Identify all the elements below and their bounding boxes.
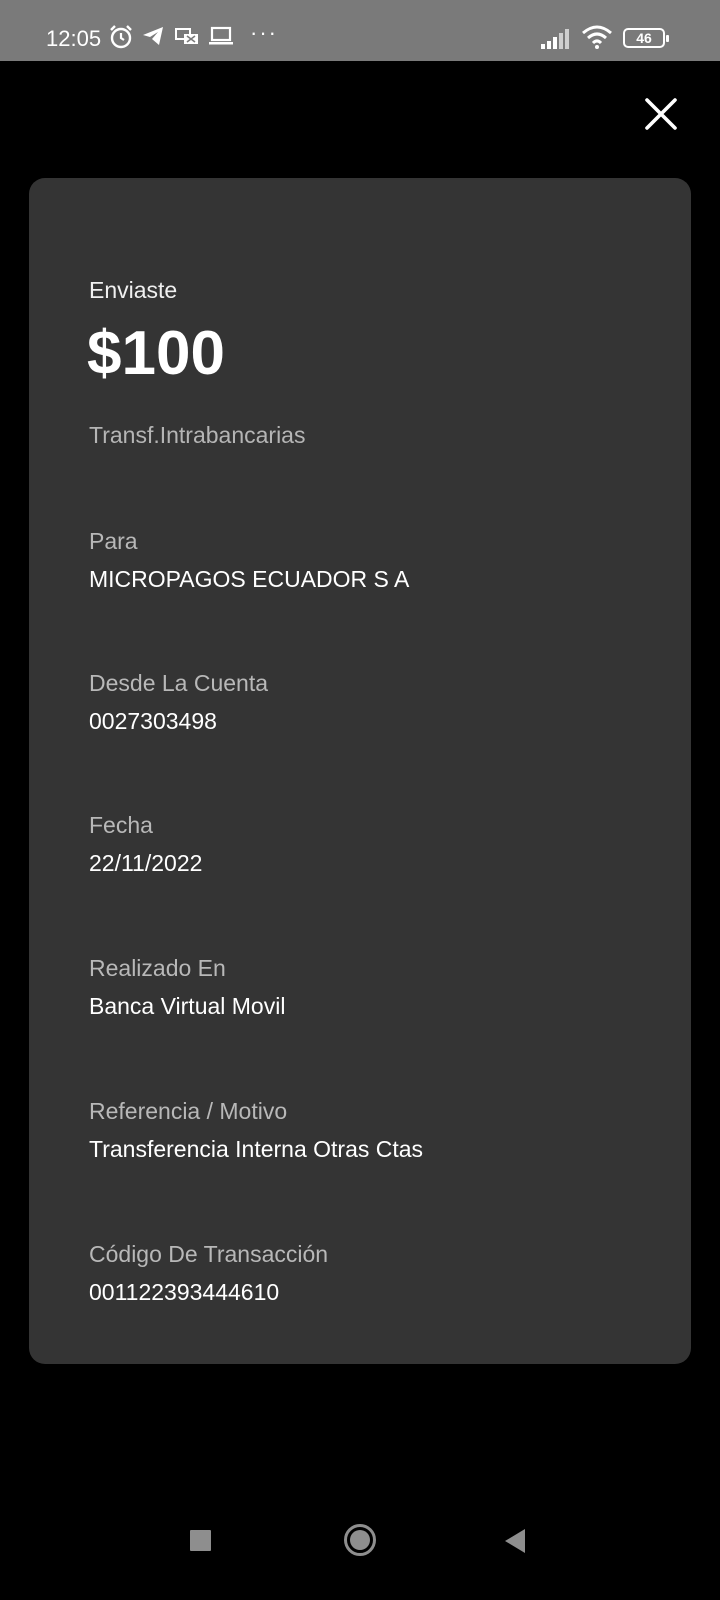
- status-time: 12:05: [46, 26, 102, 51]
- navigation-bar: [0, 1500, 720, 1600]
- field-label: Para: [89, 528, 138, 554]
- receipt-card: Enviaste $100 Transf.Intrabancarias Para…: [29, 178, 691, 1364]
- laptop-icon: [208, 24, 234, 53]
- vpn-icon: [174, 24, 200, 53]
- field-label: Fecha: [89, 812, 153, 838]
- field-reference: Referencia / Motivo Transferencia Intern…: [89, 1097, 423, 1163]
- status-bar: 12:05 ··· 46: [0, 0, 720, 61]
- field-value: 22/11/2022: [89, 850, 203, 876]
- battery-icon: 46: [623, 28, 669, 48]
- battery-level: 46: [636, 30, 652, 46]
- transfer-type: Transf.Intrabancarias: [89, 422, 306, 448]
- field-transaction-code: Código De Transacción 001122393444610: [89, 1240, 328, 1306]
- alarm-icon: [108, 24, 134, 55]
- field-value: 0027303498: [89, 708, 217, 734]
- field-label: Realizado En: [89, 955, 226, 981]
- recents-button[interactable]: [188, 1528, 214, 1559]
- recents-square-icon: [190, 1530, 211, 1551]
- close-button[interactable]: [640, 93, 682, 135]
- field-value: 001122393444610: [89, 1279, 280, 1305]
- home-button[interactable]: [342, 1522, 378, 1563]
- amount: $100: [87, 319, 225, 388]
- field-label: Referencia / Motivo: [89, 1098, 288, 1124]
- back-triangle-icon: [505, 1529, 525, 1553]
- wifi-icon: [581, 24, 613, 55]
- field-label: Código De Transacción: [89, 1241, 329, 1267]
- field-label: Desde La Cuenta: [89, 670, 269, 696]
- back-button[interactable]: [503, 1527, 527, 1560]
- field-from-account: Desde La Cuenta 0027303498: [89, 669, 268, 735]
- sent-label: Enviaste: [89, 277, 178, 303]
- more-dots-icon: ···: [250, 20, 278, 45]
- field-value: Banca Virtual Movil: [89, 993, 286, 1019]
- signal-icon: [540, 26, 572, 55]
- field-value: MICROPAGOS ECUADOR S A: [89, 566, 410, 592]
- close-icon: [645, 98, 677, 130]
- home-circle-icon: [344, 1524, 376, 1556]
- telegram-icon: [141, 24, 165, 53]
- field-value: Transferencia Interna Otras Ctas: [89, 1136, 424, 1162]
- field-channel: Realizado En Banca Virtual Movil: [89, 954, 285, 1020]
- field-date: Fecha 22/11/2022: [89, 811, 202, 877]
- field-recipient: Para MICROPAGOS ECUADOR S A: [89, 527, 409, 593]
